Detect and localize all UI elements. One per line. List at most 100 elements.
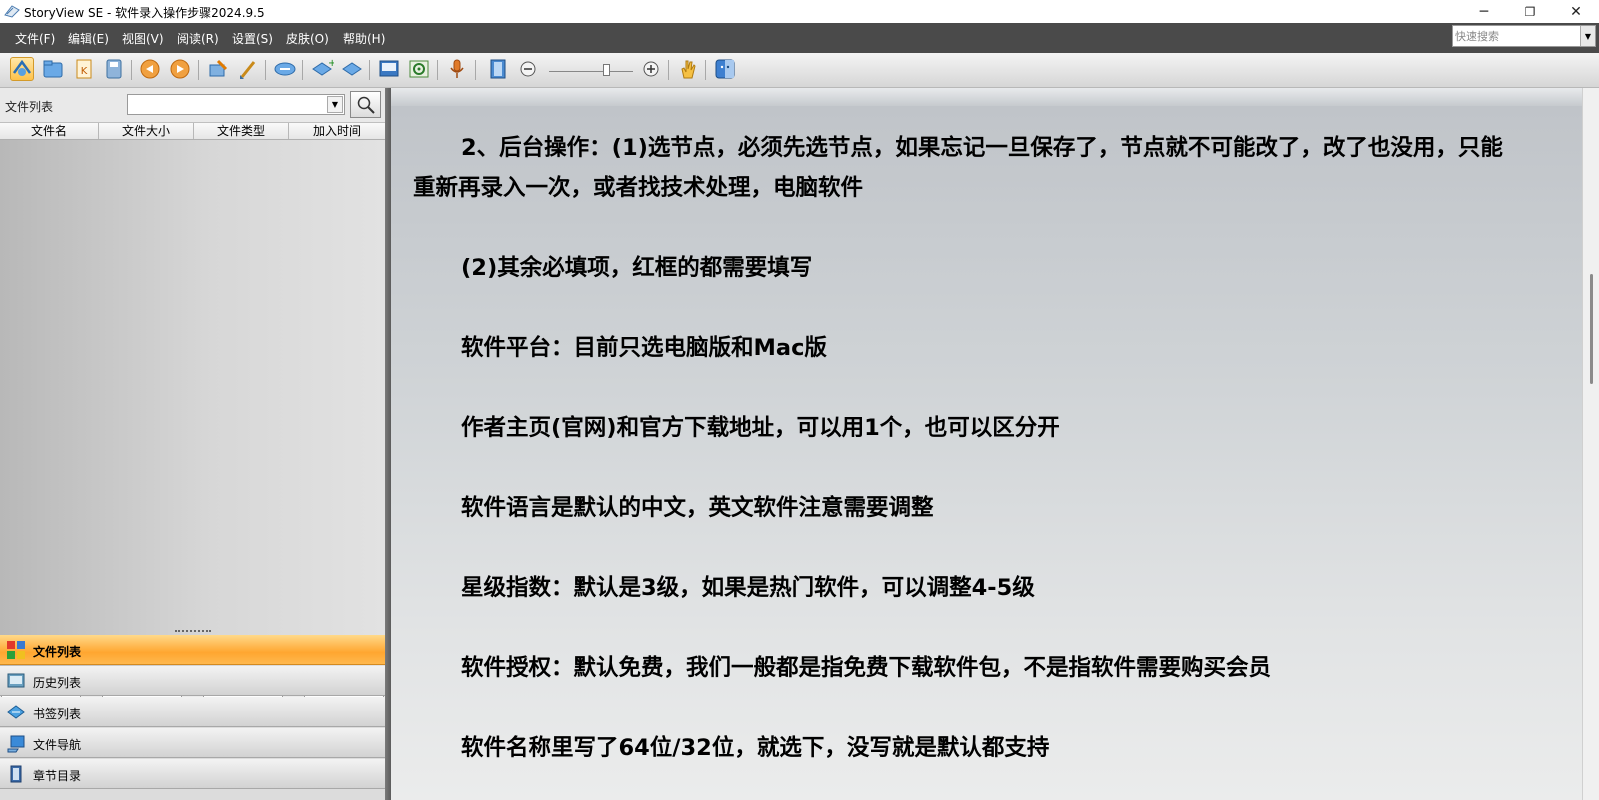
hand-icon xyxy=(681,60,696,79)
refresh-icon xyxy=(274,62,296,76)
target-button[interactable] xyxy=(407,57,431,81)
restore-button[interactable]: ❐ xyxy=(1507,0,1553,23)
zoom-slider-track[interactable] xyxy=(549,71,633,72)
nav-file-navigation[interactable]: 文件导航 xyxy=(0,728,385,758)
book-icon xyxy=(490,59,506,79)
file-filter-combo[interactable]: ▼ xyxy=(127,94,345,115)
menu-edit[interactable]: 编辑(E) xyxy=(68,30,109,47)
column-header-added-time[interactable]: 加入时间 xyxy=(289,123,385,139)
toolbar-separator xyxy=(265,60,266,80)
toolbar-separator xyxy=(705,60,706,80)
save-icon xyxy=(106,59,122,79)
nav-file-list-label: 文件列表 xyxy=(33,645,82,659)
file-list-header: 文件列表 ▼ xyxy=(0,88,385,122)
vertical-scrollbar[interactable] xyxy=(1582,88,1599,800)
menu-view[interactable]: 视图(V) xyxy=(122,30,164,47)
menu-file[interactable]: 文件(F) xyxy=(15,30,55,47)
document-view[interactable]: 2、后台操作：(1)选节点，必须先选节点，如果忘记一旦保存了，节点就不可能改了，… xyxy=(391,88,1582,800)
forward-icon xyxy=(170,59,190,79)
home-button[interactable] xyxy=(10,57,34,81)
brush-button[interactable] xyxy=(236,57,260,81)
back-icon xyxy=(140,59,160,79)
file-navigation-icon xyxy=(7,735,25,753)
paragraph-2: (2)其余必填项，红框的都需要填写 xyxy=(461,255,813,281)
chevron-down-icon[interactable]: ▼ xyxy=(1580,26,1595,46)
paragraph-3: 软件平台：目前只选电脑版和Mac版 xyxy=(461,335,827,361)
close-button[interactable]: ✕ xyxy=(1553,0,1599,23)
edit-icon xyxy=(209,59,228,77)
paragraph-7: 软件授权：默认免费，我们一般都是指免费下载软件包，不是指软件需要购买会员 xyxy=(461,655,1272,681)
file-list[interactable] xyxy=(0,140,385,692)
search-button[interactable] xyxy=(350,91,381,118)
paragraph-6: 星级指数：默认是3级，如果是热门软件，可以调整4-5级 xyxy=(461,575,1035,601)
paragraph-4: 作者主页(官网)和官方下载地址，可以用1个，也可以区分开 xyxy=(461,415,1060,441)
remove-bookmark-button[interactable] xyxy=(340,57,364,81)
book-button[interactable] xyxy=(486,57,510,81)
remove-bookmark-icon xyxy=(342,62,362,76)
finder-button[interactable] xyxy=(713,57,737,81)
zoom-slider-thumb[interactable] xyxy=(602,64,610,76)
window-title: StoryView SE - 软件录入操作步骤2024.9.5 xyxy=(24,6,265,20)
finder-icon xyxy=(715,59,735,79)
home-icon xyxy=(12,59,32,76)
column-header-name[interactable]: 文件名 xyxy=(0,123,99,139)
menu-help[interactable]: 帮助(H) xyxy=(343,30,385,47)
chevron-down-icon[interactable]: ▼ xyxy=(327,96,343,113)
zoom-out-button[interactable] xyxy=(518,57,538,81)
open-folder-icon xyxy=(43,60,63,78)
bookmark-button[interactable]: K xyxy=(72,57,96,81)
quick-search-box[interactable]: ▼ xyxy=(1452,25,1596,47)
fullscreen-button[interactable] xyxy=(377,57,401,81)
toolbar-separator xyxy=(302,60,303,80)
toolbar-separator xyxy=(198,60,199,80)
refresh-button[interactable] xyxy=(273,57,297,81)
panel-resize-grip[interactable] xyxy=(175,630,211,634)
app-logo-icon xyxy=(4,5,20,18)
target-icon xyxy=(409,60,429,78)
svg-text:+: + xyxy=(328,58,334,69)
nav-chapter-toc-label: 章节目录 xyxy=(33,769,82,783)
add-bookmark-button[interactable]: + xyxy=(310,57,336,81)
toolbar-separator xyxy=(668,60,669,80)
search-icon xyxy=(357,96,375,114)
bookmark-icon: K xyxy=(76,59,92,79)
chapter-toc-icon xyxy=(10,765,22,783)
hand-tool-button[interactable] xyxy=(676,57,700,81)
quick-search-input[interactable] xyxy=(1455,27,1573,45)
column-header-size[interactable]: 文件大小 xyxy=(99,123,194,139)
nav-bookmark-list[interactable]: 书签列表 xyxy=(0,697,385,727)
bookmark-list-icon xyxy=(7,705,25,719)
column-header-type[interactable]: 文件类型 xyxy=(194,123,289,139)
add-bookmark-icon: + xyxy=(312,58,336,76)
paragraph-1-line-2: 重新再录入一次，或者找技术处理，电脑软件 xyxy=(413,175,864,201)
zoom-out-icon xyxy=(520,61,536,77)
brush-icon xyxy=(240,61,256,79)
paragraph-5: 软件语言是默认的中文，英文软件注意需要调整 xyxy=(461,495,934,521)
edit-button[interactable] xyxy=(206,57,230,81)
back-button[interactable] xyxy=(138,57,162,81)
svg-text:K: K xyxy=(81,66,88,77)
nav-chapter-toc[interactable]: 章节目录 xyxy=(0,759,385,789)
menu-skin[interactable]: 皮肤(O) xyxy=(286,30,329,47)
microphone-button[interactable] xyxy=(445,57,469,81)
panel-navigator: 文件列表 历史列表 书签列表 文件导航 章节目录 xyxy=(0,635,385,800)
nav-history-list[interactable]: 历史列表 xyxy=(0,666,385,696)
title-bar: StoryView SE - 软件录入操作步骤2024.9.5 ─ ❐ ✕ xyxy=(0,0,1599,23)
fullscreen-icon xyxy=(379,60,399,77)
document-top-edge xyxy=(391,88,1582,106)
forward-button[interactable] xyxy=(168,57,192,81)
zoom-in-button[interactable] xyxy=(641,57,661,81)
save-button[interactable] xyxy=(102,57,126,81)
paragraph-8: 软件名称里写了64位/32位，就选下，没写就是默认都支持 xyxy=(461,735,1050,761)
open-folder-button[interactable] xyxy=(41,57,65,81)
nav-file-list[interactable]: 文件列表 xyxy=(0,635,385,665)
nav-bookmark-list-label: 书签列表 xyxy=(33,707,82,721)
toolbar-separator xyxy=(437,60,438,80)
scrollbar-thumb[interactable] xyxy=(1590,274,1593,384)
toolbar-separator xyxy=(475,60,476,80)
history-icon xyxy=(7,673,25,688)
menu-read[interactable]: 阅读(R) xyxy=(177,30,219,47)
file-list-icon xyxy=(7,641,25,659)
minimize-button[interactable]: ─ xyxy=(1461,0,1507,23)
menu-settings[interactable]: 设置(S) xyxy=(232,30,273,47)
